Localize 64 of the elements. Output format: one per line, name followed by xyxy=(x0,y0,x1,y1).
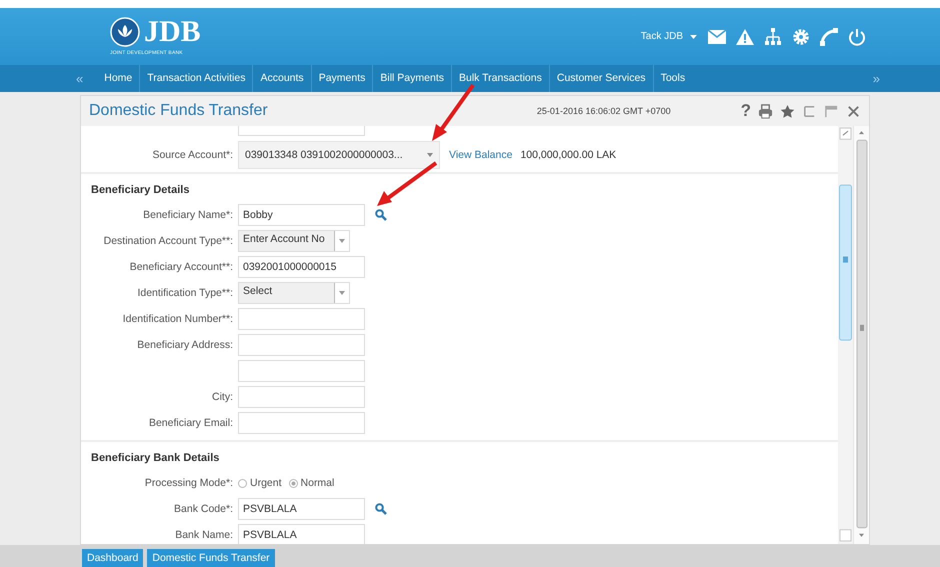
input-field[interactable]: PSVBLALA xyxy=(238,524,365,544)
nav-scroll-right[interactable]: » xyxy=(872,71,880,86)
timestamp: 25-01-2016 16:06:02 GMT +0700 xyxy=(536,106,671,116)
dropdown-field[interactable]: Select xyxy=(238,282,350,304)
radio-label: Urgent xyxy=(250,477,282,489)
star-icon[interactable] xyxy=(780,104,795,118)
footer-tab[interactable]: Dashboard xyxy=(82,549,144,567)
annotation-arrow xyxy=(377,161,438,206)
field-label: Identification Type**: xyxy=(136,287,234,299)
input-field[interactable] xyxy=(238,386,365,408)
field-label: Processing Mode*: xyxy=(144,477,234,489)
input-field[interactable] xyxy=(238,334,365,356)
field-label: Bank Code*: xyxy=(173,503,234,515)
field-label: Identification Number**: xyxy=(122,313,234,325)
input-field[interactable]: PSVBLALA xyxy=(238,498,365,520)
settings-icon[interactable] xyxy=(792,28,810,46)
footer-tab[interactable]: Domestic Funds Transfer xyxy=(147,549,275,567)
field-label: Bank Name: xyxy=(174,529,234,541)
search-icon[interactable] xyxy=(375,503,387,515)
power-icon[interactable] xyxy=(848,28,866,46)
close-icon[interactable] xyxy=(846,104,861,118)
user-name[interactable]: Tack JDB xyxy=(640,31,683,42)
nav-item[interactable]: Tools xyxy=(654,65,692,92)
field-label: Beneficiary Email: xyxy=(148,417,234,429)
field-label: Destination Account Type**: xyxy=(102,235,234,247)
input-field[interactable] xyxy=(238,360,365,382)
caret-icon xyxy=(427,153,433,157)
logo-text: JDB xyxy=(144,17,201,47)
caret-icon xyxy=(339,239,345,243)
lotus-logo-icon xyxy=(110,17,140,47)
section-heading: Beneficiary Bank Details xyxy=(90,451,220,466)
radio-button[interactable] xyxy=(238,478,247,488)
field-label: City: xyxy=(211,391,234,403)
caret-icon xyxy=(339,291,345,295)
field-label: Beneficiary Name*: xyxy=(142,209,234,221)
warning-icon[interactable] xyxy=(736,28,754,46)
field-label: Source Account*: xyxy=(151,149,234,161)
input-field[interactable] xyxy=(238,412,365,434)
caret-icon[interactable] xyxy=(689,34,698,38)
radio-label: Normal xyxy=(300,477,334,489)
field-label: Beneficiary Address: xyxy=(136,339,234,351)
annotation-arrow xyxy=(432,84,475,141)
nav-scroll-left[interactable]: « xyxy=(76,71,84,86)
printer-icon[interactable] xyxy=(758,104,773,118)
mail-icon[interactable] xyxy=(708,28,726,46)
phone-icon[interactable] xyxy=(820,28,838,46)
input-field[interactable] xyxy=(238,126,365,136)
sitemap-icon[interactable] xyxy=(764,28,782,46)
dropdown-field[interactable]: Enter Account No xyxy=(238,230,350,252)
input-field[interactable] xyxy=(238,308,365,330)
view-balance-link[interactable]: View Balance xyxy=(449,149,512,161)
help-button[interactable]: ? xyxy=(740,101,751,121)
radio-button[interactable] xyxy=(288,478,298,488)
balance-amount: 100,000,000.00 LAK xyxy=(520,149,616,161)
input-field[interactable]: Bobby xyxy=(238,204,365,226)
scrollbar[interactable] xyxy=(838,126,853,544)
field-label: Beneficiary Account**: xyxy=(128,261,234,273)
search-icon[interactable] xyxy=(375,209,387,221)
source-account-dropdown[interactable]: 039013348 0391002000000003... xyxy=(238,141,440,169)
panel-title: Domestic Funds Transfer xyxy=(89,102,268,120)
section-heading: Beneficiary Details xyxy=(90,183,190,198)
maximize-icon[interactable] xyxy=(824,104,839,118)
input-field[interactable]: 0392001000000015 xyxy=(238,256,365,278)
minimize-icon[interactable] xyxy=(802,104,817,118)
